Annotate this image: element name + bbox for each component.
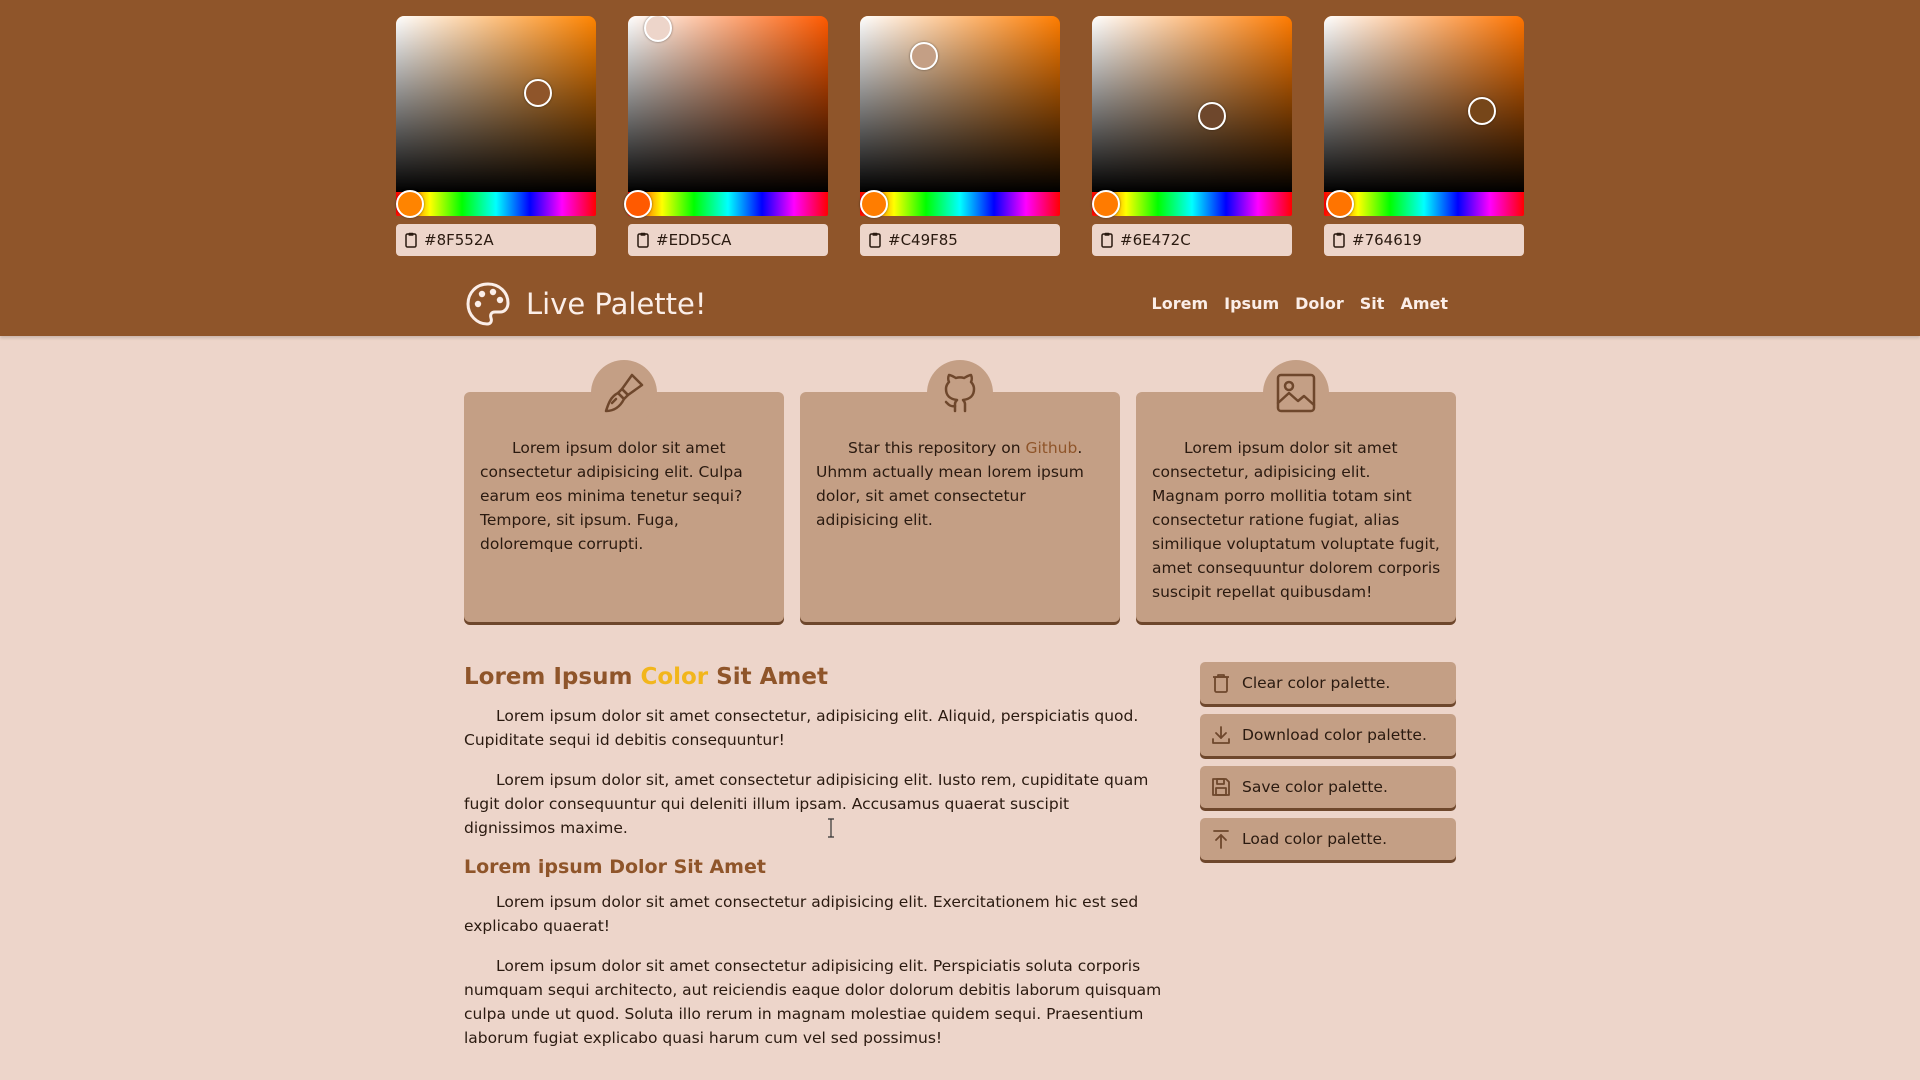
clipboard-icon[interactable] — [868, 232, 882, 248]
download-icon — [1212, 726, 1230, 744]
nav-item-lorem[interactable]: Lorem — [1152, 294, 1209, 313]
hex-field[interactable]: #6E472C — [1092, 224, 1292, 256]
nav-item-ipsum[interactable]: Ipsum — [1224, 294, 1279, 313]
hue-slider[interactable] — [624, 190, 828, 218]
title-accent: Color — [640, 664, 709, 690]
hex-field[interactable]: #764619 — [1324, 224, 1524, 256]
saturation-value-area[interactable] — [396, 16, 596, 192]
nav-item-sit[interactable]: Sit — [1360, 294, 1385, 313]
card-text: Lorem ipsum dolor sit amet consectetur a… — [480, 439, 743, 553]
hue-handle[interactable] — [396, 190, 424, 218]
action-label: Save color palette. — [1242, 778, 1388, 796]
hex-value[interactable]: #8F552A — [424, 231, 494, 249]
feature-card-image: Lorem ipsum dolor sit amet consectetur, … — [1136, 360, 1456, 622]
paragraph: Lorem ipsum dolor sit amet consectetur a… — [464, 957, 1162, 1047]
paragraph: Lorem ipsum dolor sit amet consectetur, … — [464, 707, 1139, 749]
color-picker-5: #764619 — [1324, 16, 1524, 256]
hex-value[interactable]: #C49F85 — [888, 231, 958, 249]
hex-field[interactable]: #8F552A — [396, 224, 596, 256]
hue-slider[interactable] — [1092, 190, 1292, 218]
load-palette-button[interactable]: Load color palette. — [1200, 818, 1456, 860]
hue-slider[interactable] — [1324, 190, 1524, 218]
upload-icon — [1213, 830, 1229, 849]
saturation-handle[interactable] — [1198, 102, 1226, 131]
hue-handle[interactable] — [1326, 190, 1354, 218]
hex-field[interactable]: #EDD5CA — [628, 224, 828, 256]
hex-value[interactable]: #6E472C — [1120, 231, 1191, 249]
brush-icon — [604, 373, 644, 413]
action-label: Clear color palette. — [1242, 674, 1391, 692]
action-label: Load color palette. — [1242, 830, 1388, 848]
brand[interactable]: Live Palette! — [464, 280, 707, 328]
download-palette-button[interactable]: Download color palette. — [1200, 714, 1456, 756]
palette-icon — [466, 282, 510, 326]
hue-slider[interactable] — [860, 190, 1060, 218]
save-palette-button[interactable]: Save color palette. — [1200, 766, 1456, 808]
hue-slider[interactable] — [396, 190, 596, 218]
github-link[interactable]: Github — [1025, 439, 1077, 457]
nav-item-dolor[interactable]: Dolor — [1295, 294, 1344, 313]
paragraph: Lorem ipsum dolor sit amet consectetur a… — [464, 893, 1139, 935]
saturation-value-area[interactable] — [1092, 16, 1292, 192]
app-title: Live Palette! — [526, 287, 707, 321]
saturation-value-area[interactable] — [860, 16, 1060, 192]
color-picker-2: #EDD5CA — [624, 16, 828, 256]
card-icon-wrap — [927, 360, 993, 426]
main-content: Lorem Ipsum Color Sit Amet Lorem ipsum d… — [464, 664, 1164, 1066]
title-part: Sit Amet — [708, 664, 828, 690]
hex-value[interactable]: #EDD5CA — [656, 231, 731, 249]
card-icon-wrap — [591, 360, 657, 426]
save-icon — [1212, 778, 1230, 796]
saturation-handle[interactable] — [910, 42, 938, 71]
saturation-value-area[interactable] — [628, 16, 828, 192]
section-title: Lorem ipsum Dolor Sit Amet — [464, 856, 766, 878]
clipboard-icon[interactable] — [1100, 232, 1114, 248]
saturation-value-area[interactable] — [1324, 16, 1524, 192]
trash-icon — [1213, 674, 1229, 693]
nav-item-amet[interactable]: Amet — [1400, 294, 1448, 313]
card-text: Lorem ipsum dolor sit amet consectetur, … — [1152, 439, 1441, 601]
hex-field[interactable]: #C49F85 — [860, 224, 1060, 256]
title-part: Lorem Ipsum — [464, 664, 641, 690]
color-picker-1: #8F552A — [396, 16, 596, 256]
image-icon — [1276, 373, 1316, 413]
clear-palette-button[interactable]: Clear color palette. — [1200, 662, 1456, 704]
nav-menu: Lorem Ipsum Dolor Sit Amet — [1136, 294, 1448, 313]
color-picker-3: #C49F85 — [860, 16, 1060, 256]
clipboard-icon[interactable] — [636, 232, 650, 248]
feature-card-github: Star this repository on Github. Uhmm act… — [800, 360, 1120, 622]
hue-handle[interactable] — [1092, 190, 1120, 218]
hex-value[interactable]: #764619 — [1352, 231, 1422, 249]
page-title: Lorem Ipsum Color Sit Amet — [464, 664, 1164, 690]
hue-handle[interactable] — [624, 190, 652, 218]
navbar: Live Palette! Lorem Ipsum Dolor Sit Amet — [464, 276, 1456, 332]
card-text: Star this repository on Github. Uhmm act… — [816, 436, 1106, 532]
clipboard-icon[interactable] — [404, 232, 418, 248]
clipboard-icon[interactable] — [1332, 232, 1346, 248]
card-icon-wrap — [1263, 360, 1329, 426]
action-label: Download color palette. — [1242, 726, 1427, 744]
github-icon — [944, 373, 976, 413]
color-picker-4: #6E472C — [1092, 16, 1292, 256]
saturation-handle[interactable] — [524, 79, 552, 108]
hue-handle[interactable] — [860, 190, 888, 218]
color-pickers: #8F552A #EDD5CA #C49F85 #6E472C #764619 — [396, 16, 1524, 256]
saturation-handle[interactable] — [1468, 97, 1496, 126]
paragraph: Lorem ipsum dolor sit, amet consectetur … — [464, 771, 1149, 837]
feature-card-brush: Lorem ipsum dolor sit amet consectetur a… — [464, 360, 784, 622]
palette-actions: Clear color palette. Download color pale… — [1200, 662, 1456, 870]
header-bar: #8F552A #EDD5CA #C49F85 #6E472C #764619 … — [0, 0, 1920, 336]
text-cursor-icon — [828, 818, 834, 838]
card-text-before: Star this repository on — [848, 439, 1026, 457]
